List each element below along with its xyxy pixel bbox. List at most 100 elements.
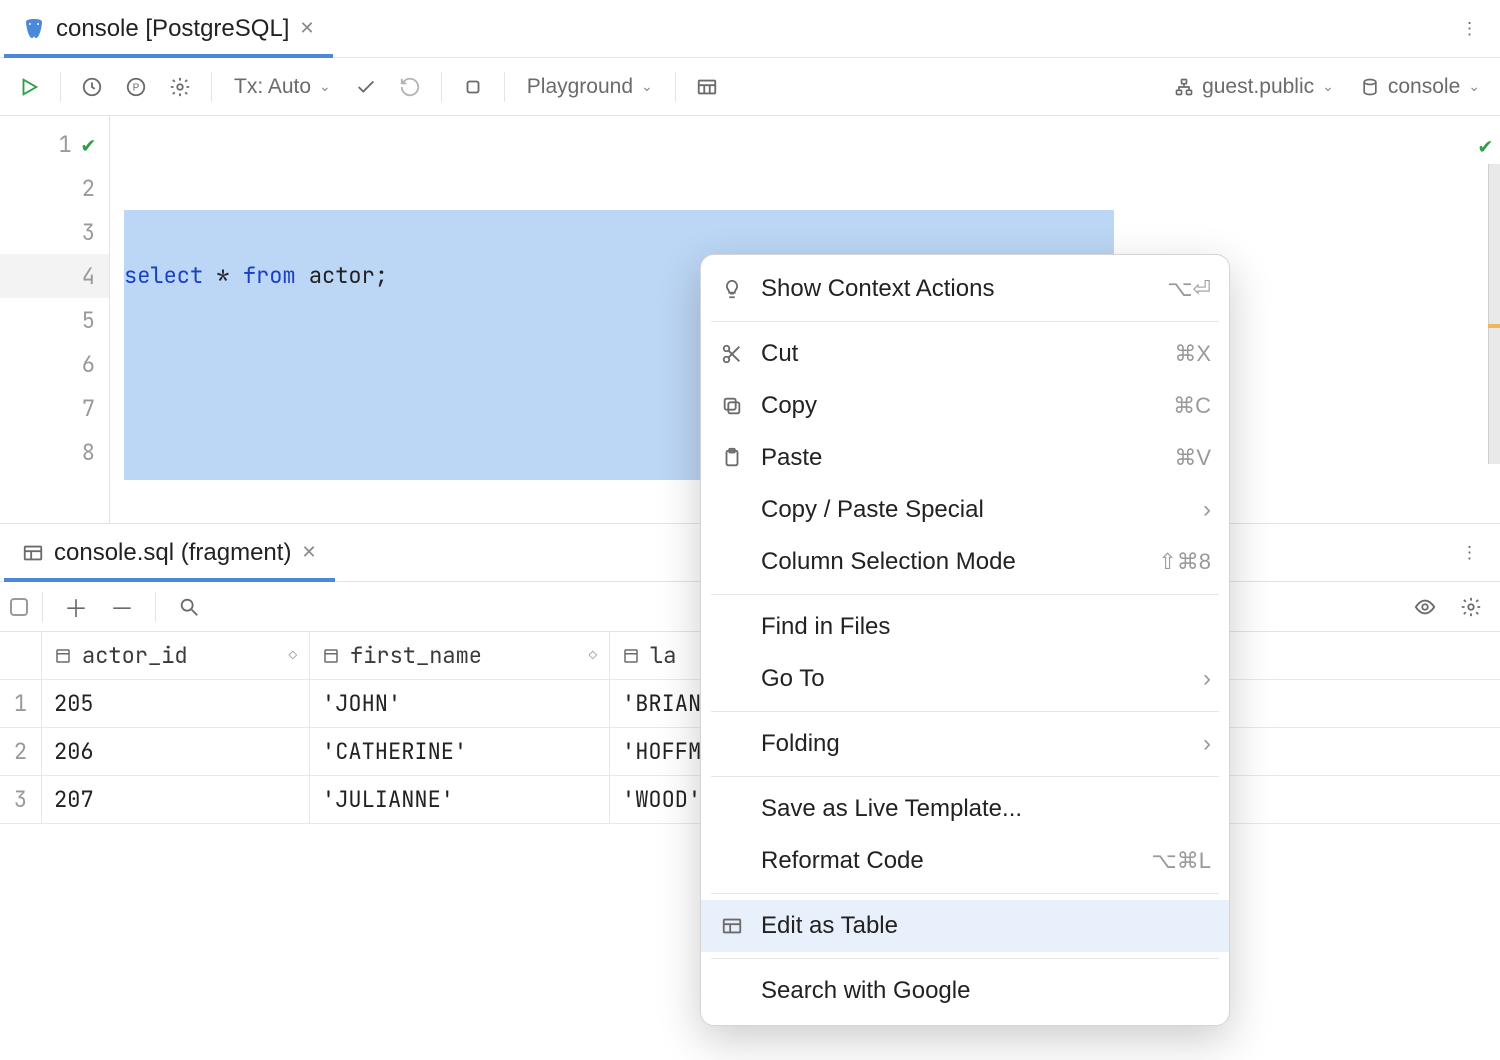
schema-label: guest.public <box>1202 75 1314 99</box>
table-settings-icon[interactable] <box>1452 588 1490 626</box>
shortcut: ⌘X <box>1174 341 1211 367</box>
header-label: first_name <box>350 641 482 670</box>
run-button[interactable] <box>10 68 48 106</box>
menu-column-selection-mode[interactable]: Column Selection Mode ⇧⌘8 <box>701 536 1229 588</box>
editor-tab-console[interactable]: console [PostgreSQL] ✕ <box>4 0 333 57</box>
cell-actor-id[interactable]: 205 <box>42 680 310 727</box>
line-number: 1 <box>59 130 72 159</box>
inspection-ok-icon[interactable]: ✔ <box>1479 124 1492 168</box>
cell-first-name[interactable]: 'JOHN' <box>310 680 610 727</box>
close-icon[interactable]: ✕ <box>299 18 314 39</box>
column-icon <box>322 647 340 665</box>
menu-separator <box>711 711 1219 712</box>
menu-save-live-template[interactable]: Save as Live Template... <box>701 783 1229 835</box>
datasource-icon <box>1360 77 1380 97</box>
tx-mode-label: Tx: Auto <box>234 75 311 99</box>
rownum: 2 <box>0 728 42 775</box>
header-first-name[interactable]: first_name ◇ <box>310 632 610 679</box>
marker <box>1488 324 1500 328</box>
tx-mode-dropdown[interactable]: Tx: Auto ⌄ <box>224 75 341 99</box>
menu-label: Folding <box>761 730 840 758</box>
check-icon: ✔ <box>82 130 95 159</box>
menu-find-in-files[interactable]: Find in Files <box>701 601 1229 653</box>
sort-icon[interactable]: ◇ <box>289 647 297 665</box>
submenu-icon: › <box>1203 730 1211 758</box>
menu-label: Reformat Code <box>761 847 924 875</box>
cell-first-name[interactable]: 'CATHERINE' <box>310 728 610 775</box>
header-actor-id[interactable]: actor_id ◇ <box>42 632 310 679</box>
preview-icon[interactable] <box>1406 588 1444 626</box>
explain-plan-icon[interactable]: P <box>117 68 155 106</box>
column-icon <box>622 647 640 665</box>
copy-icon <box>719 395 745 417</box>
menu-folding[interactable]: Folding › <box>701 718 1229 770</box>
session-label: console <box>1388 75 1460 99</box>
context-menu: Show Context Actions ⌥⏎ Cut ⌘X Copy ⌘C P… <box>700 254 1230 1026</box>
stop-icon[interactable] <box>454 68 492 106</box>
sort-icon[interactable]: ◇ <box>589 647 597 665</box>
settings-icon[interactable] <box>161 68 199 106</box>
menu-label: Edit as Table <box>761 912 898 940</box>
submenu-icon: › <box>1203 665 1211 693</box>
editor-gutter: 1✔ 2 3 4 5 6 7 8 <box>0 116 110 523</box>
chevron-down-icon: ⌄ <box>641 78 653 95</box>
menu-label: Copy <box>761 392 817 420</box>
cell-actor-id[interactable]: 206 <box>42 728 310 775</box>
add-row-button[interactable]: ＋ <box>57 588 95 626</box>
line-number: 8 <box>82 438 95 467</box>
cell-actor-id[interactable]: 207 <box>42 776 310 823</box>
svg-text:P: P <box>133 82 140 93</box>
more-icon[interactable]: ⋮ <box>1443 19 1496 39</box>
schema-dropdown[interactable]: guest.public ⌄ <box>1164 75 1344 99</box>
postgresql-icon <box>22 17 46 41</box>
menu-search-google[interactable]: Search with Google <box>701 965 1229 1017</box>
bulb-icon <box>719 278 745 300</box>
menu-reformat-code[interactable]: Reformat Code ⌥⌘L <box>701 835 1229 887</box>
result-tab-title: console.sql (fragment) <box>54 539 291 567</box>
session-dropdown[interactable]: console ⌄ <box>1350 75 1490 99</box>
schema-icon <box>1174 77 1194 97</box>
header-rownum[interactable] <box>0 632 42 679</box>
line-number: 2 <box>82 174 95 203</box>
chevron-down-icon: ⌄ <box>1468 78 1480 95</box>
menu-paste[interactable]: Paste ⌘V <box>701 432 1229 484</box>
column-icon <box>54 647 72 665</box>
search-icon[interactable] <box>170 588 208 626</box>
menu-separator <box>711 321 1219 322</box>
menu-label: Paste <box>761 444 822 472</box>
shortcut: ⌥⏎ <box>1167 276 1211 302</box>
menu-edit-as-table[interactable]: Edit as Table <box>701 900 1229 952</box>
rownum: 1 <box>0 680 42 727</box>
output-layout-icon[interactable] <box>688 68 726 106</box>
resolve-mode-dropdown[interactable]: Playground ⌄ <box>517 75 663 99</box>
menu-copy[interactable]: Copy ⌘C <box>701 380 1229 432</box>
remove-row-button[interactable]: － <box>103 588 141 626</box>
menu-label: Cut <box>761 340 798 368</box>
rollback-icon[interactable] <box>391 68 429 106</box>
menu-copy-paste-special[interactable]: Copy / Paste Special › <box>701 484 1229 536</box>
editor-scrollbar[interactable] <box>1488 164 1500 464</box>
separator <box>155 592 156 622</box>
shortcut: ⌘V <box>1174 445 1211 471</box>
result-tab-fragment[interactable]: console.sql (fragment) ✕ <box>4 524 335 581</box>
submenu-icon: › <box>1203 496 1211 524</box>
line-number: 3 <box>82 218 95 247</box>
more-icon[interactable]: ⋮ <box>1443 543 1496 563</box>
cell-first-name[interactable]: 'JULIANNE' <box>310 776 610 823</box>
menu-cut[interactable]: Cut ⌘X <box>701 328 1229 380</box>
clipboard-icon <box>719 447 745 469</box>
close-icon[interactable]: ✕ <box>301 542 316 563</box>
commit-icon[interactable] <box>347 68 385 106</box>
line-number: 6 <box>82 350 95 379</box>
header-label: actor_id <box>82 641 188 670</box>
table-icon <box>22 542 44 564</box>
line-number: 5 <box>82 306 95 335</box>
history-icon[interactable] <box>73 68 111 106</box>
separator <box>211 72 212 102</box>
menu-label: Search with Google <box>761 977 970 1005</box>
chevron-down-icon: ⌄ <box>1322 78 1334 95</box>
header-label: la <box>650 641 676 670</box>
menu-go-to[interactable]: Go To › <box>701 653 1229 705</box>
menu-show-context-actions[interactable]: Show Context Actions ⌥⏎ <box>701 263 1229 315</box>
select-all-checkbox[interactable] <box>10 598 28 616</box>
